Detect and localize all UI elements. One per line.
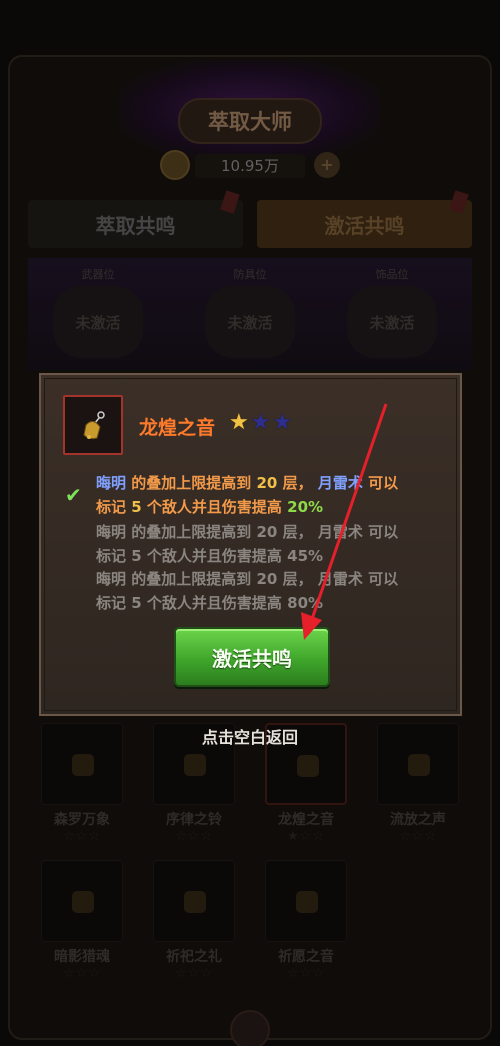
star-empty-icon: ★ bbox=[272, 410, 293, 435]
effect-text: 的叠加上限提高到 bbox=[131, 570, 252, 588]
skill-name: 月雷术 bbox=[317, 523, 363, 541]
effect-percent: 80% bbox=[287, 594, 324, 612]
effect-number: 5 bbox=[131, 547, 142, 565]
effect-text: 可以 bbox=[368, 474, 399, 492]
effect-number: 5 bbox=[131, 594, 142, 612]
effect-text: 个敌人并且伤害提高 bbox=[146, 594, 282, 612]
star-empty-icon: ★ bbox=[250, 410, 271, 435]
skill-name: 晦明 bbox=[96, 570, 127, 588]
effect-number: 20 bbox=[256, 474, 278, 492]
skill-name: 月雷术 bbox=[317, 570, 363, 588]
skill-name: 月雷术 bbox=[317, 474, 363, 492]
effect-number: 5 bbox=[131, 498, 142, 516]
effect-text: 标记 bbox=[96, 594, 127, 612]
effect-tier-2: 晦明 的叠加上限提高到 20 层， 月雷术 可以 标记 5 个敌人并且伤害提高 … bbox=[96, 520, 446, 568]
star-rating: ★ ★ ★ bbox=[229, 411, 292, 435]
effect-text: 层， bbox=[282, 523, 313, 541]
effect-text: 层， bbox=[282, 474, 313, 492]
effect-text: 个敌人并且伤害提高 bbox=[146, 547, 282, 565]
activate-resonance-button[interactable]: 激活共鸣 bbox=[174, 627, 330, 687]
resonance-modal: 龙煌之音 ★ ★ ★ ✔ 晦明 的叠加上限提高到 20 层， 月雷术 可以 标记… bbox=[39, 373, 462, 716]
effect-text: 个敌人并且伤害提高 bbox=[146, 498, 282, 516]
effect-number: 20 bbox=[256, 570, 278, 588]
item-title: 龙煌之音 bbox=[139, 417, 216, 439]
skill-name: 晦明 bbox=[96, 474, 127, 492]
bell-icon bbox=[83, 411, 105, 440]
effect-text: 可以 bbox=[368, 523, 399, 541]
skill-name: 晦明 bbox=[96, 523, 127, 541]
effect-text: 可以 bbox=[368, 570, 399, 588]
effect-text: 标记 bbox=[96, 498, 127, 516]
effect-number: 20 bbox=[256, 523, 278, 541]
effect-text: 的叠加上限提高到 bbox=[131, 523, 252, 541]
effect-tier-1: 晦明 的叠加上限提高到 20 层， 月雷术 可以 标记 5 个敌人并且伤害提高 … bbox=[96, 471, 446, 519]
tap-to-return-hint: 点击空白返回 bbox=[201, 728, 298, 747]
item-portrait bbox=[63, 395, 123, 455]
effect-percent: 45% bbox=[287, 547, 324, 565]
effect-percent: 20% bbox=[287, 498, 324, 516]
effect-text: 的叠加上限提高到 bbox=[131, 474, 252, 492]
check-icon: ✔ bbox=[65, 483, 82, 507]
star-filled-icon: ★ bbox=[229, 410, 249, 435]
effect-text: 标记 bbox=[96, 547, 127, 565]
effect-tier-3: 晦明 的叠加上限提高到 20 层， 月雷术 可以 标记 5 个敌人并且伤害提高 … bbox=[96, 567, 446, 615]
effect-text: 层， bbox=[282, 570, 313, 588]
